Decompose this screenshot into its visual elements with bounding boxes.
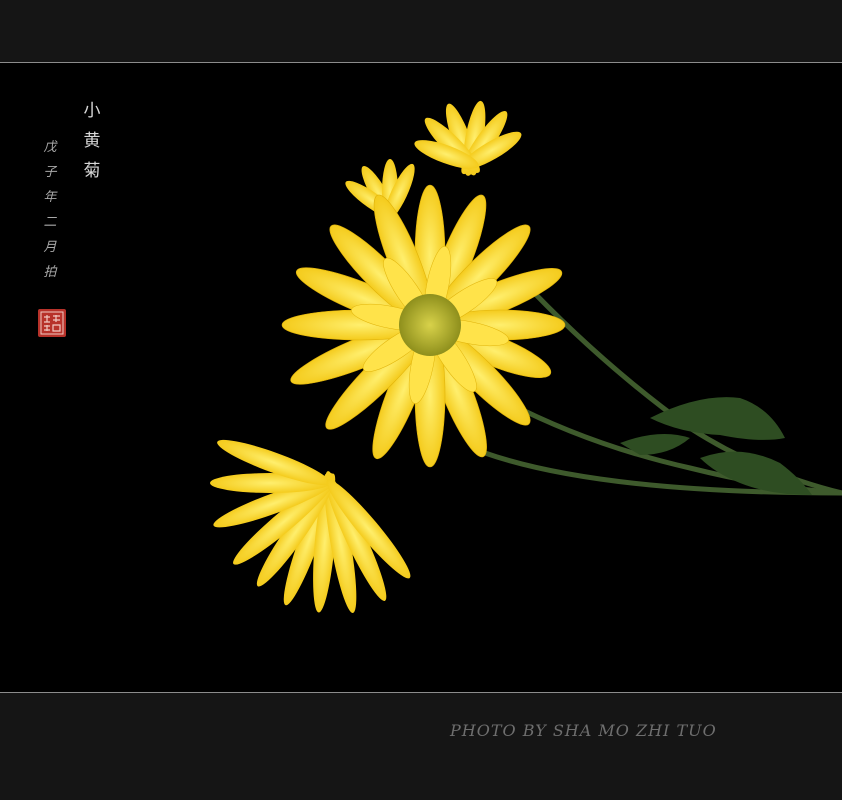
red-seal-stamp xyxy=(38,309,66,337)
date-char: 拍 xyxy=(43,265,57,280)
main-bloom xyxy=(281,184,566,468)
stems xyxy=(482,275,842,496)
flower-photo xyxy=(0,62,842,693)
date-inscription: 戊 子 年 二 月 拍 xyxy=(40,135,60,285)
title-char: 菊 xyxy=(83,161,101,181)
chrysanthemum-image xyxy=(210,100,842,614)
date-char: 年 xyxy=(43,190,57,205)
photo-frame: 小 黄 菊 戊 子 年 二 月 拍 PHOTO BY SHA MO ZHI TU… xyxy=(0,0,842,800)
poem-title: 小 黄 菊 xyxy=(80,96,104,186)
flower-center xyxy=(399,294,461,356)
date-char: 戊 xyxy=(43,140,57,155)
title-char: 黄 xyxy=(83,131,101,151)
date-char: 二 xyxy=(43,215,57,230)
date-char: 月 xyxy=(43,240,57,255)
title-char: 小 xyxy=(83,101,101,121)
photo-credit: PHOTO BY SHA MO ZHI TUO xyxy=(450,721,717,740)
date-char: 子 xyxy=(43,165,57,180)
lower-bloom xyxy=(210,439,411,614)
